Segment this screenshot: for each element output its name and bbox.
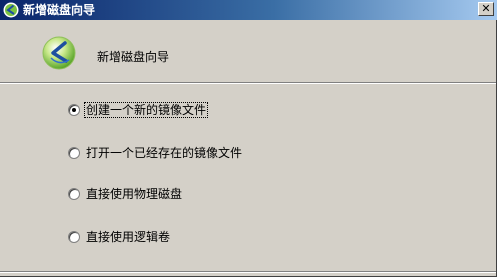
option-use-physical-disk[interactable]: 直接使用物理磁盘	[68, 186, 183, 202]
wizard-header: 新增磁盘向导	[0, 20, 496, 82]
close-button[interactable]: ✕	[478, 2, 494, 16]
wizard-logo-icon	[42, 36, 76, 70]
option-use-logical-volume[interactable]: 直接使用逻辑卷	[68, 229, 171, 245]
option-label: 直接使用逻辑卷	[86, 230, 171, 244]
option-label: 打开一个已经存在的镜像文件	[86, 146, 243, 160]
header-title: 新增磁盘向导	[97, 50, 170, 64]
option-create-new-image[interactable]: 创建一个新的镜像文件	[68, 102, 209, 118]
app-logo-icon	[3, 2, 19, 18]
radio-open-existing-image[interactable]	[68, 147, 80, 159]
wizard-window: 新增磁盘向导 ✕ 新增磁盘向导 创建一个新的镜像文件 打开一个已经存在的镜像文件…	[0, 0, 497, 277]
option-label: 创建一个新的镜像文件	[83, 102, 209, 118]
option-label: 直接使用物理磁盘	[86, 187, 183, 201]
radio-create-new-image[interactable]	[68, 104, 80, 116]
radio-use-logical-volume[interactable]	[68, 231, 80, 243]
disk-source-options: 创建一个新的镜像文件 打开一个已经存在的镜像文件 直接使用物理磁盘 直接使用逻辑…	[0, 84, 496, 269]
radio-use-physical-disk[interactable]	[68, 188, 80, 200]
close-icon: ✕	[481, 2, 491, 15]
footer-divider	[0, 271, 496, 273]
title-bar[interactable]: 新增磁盘向导 ✕	[0, 0, 497, 20]
window-title: 新增磁盘向导	[23, 3, 96, 17]
option-open-existing-image[interactable]: 打开一个已经存在的镜像文件	[68, 145, 243, 161]
